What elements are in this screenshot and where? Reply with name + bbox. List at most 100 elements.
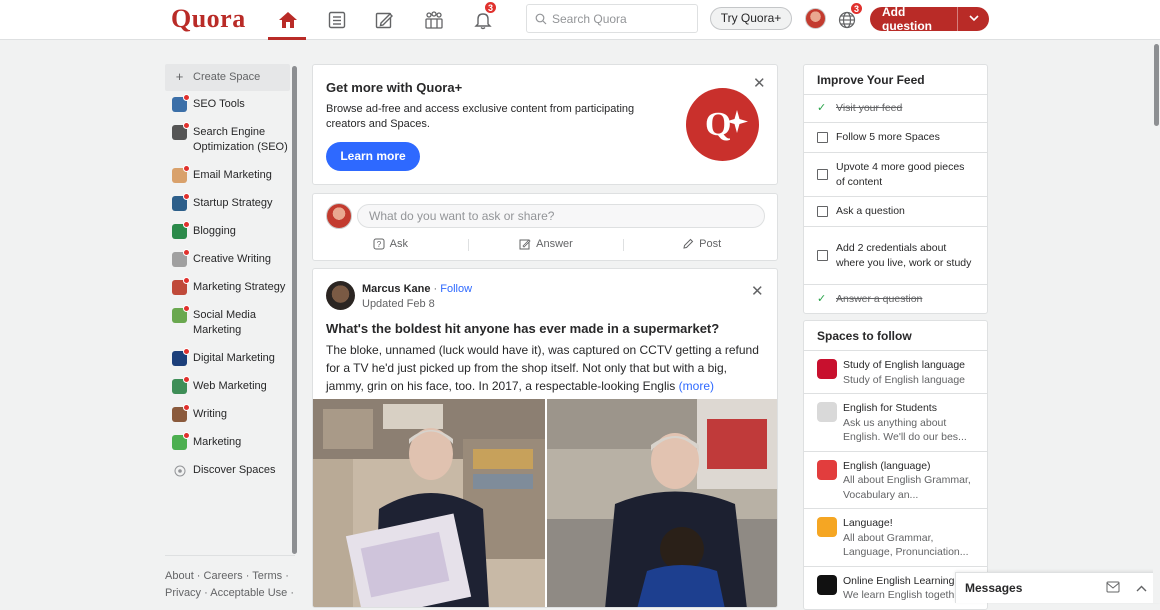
- quora-logo[interactable]: Quora: [171, 4, 246, 34]
- space-text: Online English Learning We learn English …: [843, 574, 955, 603]
- spaces-to-follow-list: Study of English language Study of Englis…: [804, 351, 987, 609]
- checkbox[interactable]: [817, 206, 828, 217]
- sidebar-footer-links: About · Careers · Terms · Privacy · Acce…: [165, 568, 295, 602]
- sidebar-space-item[interactable]: SEO Tools: [165, 91, 290, 119]
- space-suggestion[interactable]: Language! All about Grammar, Language, Pr…: [804, 509, 987, 567]
- ask-input[interactable]: What do you want to ask or share?: [357, 204, 765, 228]
- messages-dock[interactable]: Messages: [955, 572, 1160, 603]
- close-icon[interactable]: ✕: [751, 282, 764, 300]
- answer-icon[interactable]: [364, 6, 404, 34]
- follow-link[interactable]: Follow: [440, 283, 472, 295]
- improve-feed-title: Improve Your Feed: [804, 65, 987, 95]
- sidebar-space-item[interactable]: Creative Writing: [165, 246, 290, 274]
- sidebar-space-item[interactable]: Blogging: [165, 218, 290, 246]
- feed-task-item[interactable]: Follow 5 more Spaces: [804, 123, 987, 153]
- author-avatar[interactable]: [326, 281, 355, 310]
- sidebar-space-item[interactable]: Digital Marketing: [165, 345, 290, 373]
- sidebar-divider: [165, 555, 295, 556]
- space-icon: [172, 221, 190, 239]
- profile-avatar[interactable]: [805, 8, 826, 29]
- space-description: We learn English togeth: [843, 589, 955, 601]
- spaces-sidebar: + Create Space SEO Tools Search Engine Op…: [165, 64, 290, 485]
- window-scrollbar[interactable]: [1154, 44, 1159, 126]
- sidebar-space-list: SEO Tools Search Engine Optimization (SEO…: [165, 91, 290, 457]
- checkbox[interactable]: [817, 169, 828, 180]
- discover-spaces-button[interactable]: Discover Spaces: [165, 457, 290, 485]
- space-name[interactable]: Online English Learning: [843, 574, 955, 589]
- sidebar-space-item[interactable]: Web Marketing: [165, 373, 290, 401]
- space-text: Language! All about Grammar, Language, Pr…: [843, 516, 974, 560]
- updated-date: Updated Feb 8: [362, 298, 435, 310]
- pencil-box-icon: [519, 238, 531, 249]
- sidebar-space-item[interactable]: Marketing: [165, 429, 290, 457]
- sidebar-space-item[interactable]: Writing: [165, 401, 290, 429]
- create-space-button[interactable]: + Create Space: [165, 64, 290, 91]
- chevron-down-icon[interactable]: [958, 13, 989, 25]
- chevron-up-icon[interactable]: [1136, 581, 1147, 595]
- cctv-photo-left[interactable]: [313, 399, 545, 607]
- compose-message-icon[interactable]: [1106, 581, 1120, 596]
- space-name[interactable]: English for Students: [843, 401, 974, 416]
- quora-plus-badge-icon: Q: [686, 88, 759, 161]
- search-icon: [535, 13, 547, 24]
- sidebar-space-item[interactable]: Social Media Marketing: [165, 302, 290, 345]
- author-name[interactable]: Marcus Kane: [362, 283, 430, 295]
- post-button[interactable]: Post: [624, 236, 779, 251]
- feed-task-label: Upvote 4 more good pieces of content: [836, 161, 965, 188]
- checkbox[interactable]: [817, 132, 828, 143]
- feed-task-item[interactable]: Ask a question: [804, 197, 987, 227]
- ask-question-box: What do you want to ask or share? ? Ask …: [312, 193, 778, 261]
- feed-task-item[interactable]: Add 2 credentials about where you live, …: [804, 227, 987, 285]
- answer-preview[interactable]: The bloke, unnamed (luck would have it),…: [326, 341, 768, 395]
- feed-task-item[interactable]: ✓ Visit your feed: [804, 95, 987, 123]
- sidebar-space-item[interactable]: Search Engine Optimization (SEO): [165, 119, 290, 162]
- answer-button[interactable]: Answer: [469, 236, 624, 251]
- unread-dot: [183, 376, 190, 383]
- sidebar-space-item[interactable]: Startup Strategy: [165, 190, 290, 218]
- feed-task-item[interactable]: ✓ Answer a question: [804, 285, 987, 313]
- space-icon: [172, 376, 190, 394]
- spaces-icon[interactable]: [414, 6, 454, 34]
- sidebar-scrollbar[interactable]: [292, 66, 297, 554]
- space-label: Marketing Strategy: [193, 281, 286, 293]
- space-name[interactable]: English (language): [843, 459, 974, 474]
- more-link[interactable]: (more): [679, 379, 714, 393]
- search-input[interactable]: Search Quora: [526, 4, 698, 33]
- add-question-button[interactable]: Add question: [870, 5, 989, 33]
- space-name[interactable]: Study of English language: [843, 358, 965, 373]
- space-name[interactable]: Language!: [843, 516, 974, 531]
- answer-label: Answer: [536, 237, 573, 250]
- learn-more-button[interactable]: Learn more: [326, 142, 420, 171]
- quora-plus-promo-card: Get more with Quora+ Browse ad-free and …: [312, 64, 778, 185]
- user-avatar[interactable]: [326, 203, 352, 229]
- footer-links-line-1[interactable]: About · Careers · Terms ·: [165, 568, 295, 585]
- feed-post: Marcus Kane · Follow Updated Feb 8 ✕ Wha…: [312, 268, 778, 608]
- space-suggestion[interactable]: English (language) All about English Gram…: [804, 452, 987, 509]
- space-label: Search Engine Optimization (SEO): [193, 126, 288, 153]
- try-quora-plus-button[interactable]: Try Quora+: [710, 7, 792, 30]
- svg-text:Q: Q: [705, 106, 731, 143]
- ask-label: Ask: [389, 237, 408, 250]
- language-globe-icon[interactable]: 3: [837, 2, 863, 30]
- ask-button[interactable]: ? Ask: [313, 236, 468, 251]
- spaces-to-follow-title: Spaces to follow: [804, 321, 987, 351]
- unread-dot: [183, 165, 190, 172]
- question-title[interactable]: What's the boldest hit anyone has ever m…: [326, 321, 719, 336]
- author-line: Marcus Kane · Follow: [362, 283, 472, 295]
- cctv-photo-right[interactable]: [547, 399, 777, 607]
- checkbox[interactable]: [817, 250, 828, 261]
- footer-links-line-2[interactable]: Privacy · Acceptable Use ·: [165, 585, 295, 602]
- space-label: Email Marketing: [193, 169, 272, 181]
- sidebar-space-item[interactable]: Email Marketing: [165, 162, 290, 190]
- checkmark-icon: ✓: [817, 102, 827, 115]
- close-icon[interactable]: ✕: [753, 74, 766, 92]
- following-icon[interactable]: [317, 6, 357, 34]
- home-icon[interactable]: [268, 6, 308, 40]
- sidebar-space-item[interactable]: Marketing Strategy: [165, 274, 290, 302]
- space-suggestion[interactable]: English for Students Ask us anything abou…: [804, 394, 987, 452]
- space-suggestion[interactable]: Study of English language Study of Englis…: [804, 351, 987, 394]
- space-icon: [817, 359, 837, 379]
- space-label: Creative Writing: [193, 253, 272, 265]
- notifications-icon[interactable]: 3: [463, 1, 503, 34]
- feed-task-item[interactable]: Upvote 4 more good pieces of content: [804, 153, 987, 197]
